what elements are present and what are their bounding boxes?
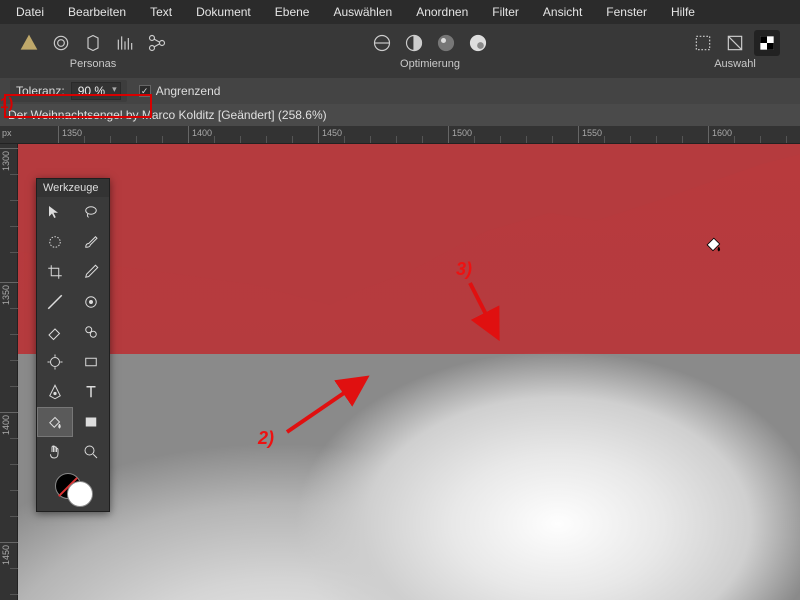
swatch-foreground[interactable] [67,481,93,507]
menu-document[interactable]: Dokument [184,5,263,19]
dodge-tool[interactable] [37,347,73,377]
menu-filter[interactable]: Filter [480,5,531,19]
menu-help[interactable]: Hilfe [659,5,707,19]
toolbar: Personas Optimierung Auswahl [0,24,800,78]
eraser-tool[interactable] [37,317,73,347]
auswahl-label: Auswahl [714,58,756,70]
personas-label: Personas [70,58,116,70]
tools-panel[interactable]: Werkzeuge [36,178,110,512]
move-tool[interactable] [37,197,73,227]
document-title-bar: Der Weihnachtsengel by Marco Kolditz [Ge… [0,104,800,126]
contrast-icon[interactable] [401,30,427,56]
selection-rect-icon[interactable] [690,30,716,56]
menu-text[interactable]: Text [138,5,184,19]
flood-fill-tool[interactable] [37,407,73,437]
gradient-tool[interactable] [37,287,73,317]
tolerance-label: Toleranz: [16,84,65,98]
levels-icon[interactable] [369,30,395,56]
tools-panel-title: Werkzeuge [37,179,109,197]
shape-tool[interactable] [73,347,109,377]
persona-photo-icon[interactable] [16,30,42,56]
color-swatches[interactable] [37,467,109,511]
menu-edit[interactable]: Bearbeiten [56,5,138,19]
menu-window[interactable]: Fenster [594,5,659,19]
ruler-horizontal: px 135014001450150015501600 [0,126,800,144]
selection-invert-icon[interactable] [722,30,748,56]
menu-arrange[interactable]: Anordnen [404,5,480,19]
crop-tool[interactable] [37,257,73,287]
optimierung-label: Optimierung [400,58,460,70]
document-title: Der Weihnachtsengel by Marco Kolditz [Ge… [8,108,327,122]
softlight-icon[interactable] [433,30,459,56]
selection-refine-icon[interactable] [754,30,780,56]
workspace: 1300135014001450 3) 2) [0,144,800,600]
menu-select[interactable]: Auswählen [321,5,404,19]
text-tool[interactable] [73,377,109,407]
clone-tool[interactable] [73,317,109,347]
menu-view[interactable]: Ansicht [531,5,594,19]
flood-fill-cursor-icon [703,234,723,259]
menu-bar: Datei Bearbeiten Text Dokument Ebene Aus… [0,0,800,24]
annotation-1: 1) [0,95,13,112]
ruler-unit: px [2,128,12,138]
rectangle-tool[interactable] [73,407,109,437]
annotation-3: 3) [456,259,472,280]
hand-tool[interactable] [37,437,73,467]
tolerance-input[interactable]: 90 % [71,82,121,100]
lasso-tool[interactable] [73,197,109,227]
paint-brush-tool[interactable] [73,227,109,257]
pen-tool[interactable] [37,377,73,407]
selection-brush-tool[interactable] [37,227,73,257]
annotation-2: 2) [258,428,274,449]
zoom-tool[interactable] [73,437,109,467]
persona-liquify-icon[interactable] [48,30,74,56]
color-picker-tool[interactable] [73,257,109,287]
ruler-vertical: 1300135014001450 [0,144,18,600]
persona-tone-icon[interactable] [112,30,138,56]
persona-develop-icon[interactable] [80,30,106,56]
highlight-icon[interactable] [465,30,491,56]
contiguous-checkbox[interactable]: ✓ [139,85,151,97]
context-bar: Toleranz: 90 % ✓ Angrenzend [0,78,800,104]
menu-file[interactable]: Datei [4,5,56,19]
persona-export-icon[interactable] [144,30,170,56]
canvas[interactable]: 3) 2) [18,144,800,600]
menu-layer[interactable]: Ebene [263,5,322,19]
healing-tool[interactable] [73,287,109,317]
contiguous-label: Angrenzend [156,84,221,98]
